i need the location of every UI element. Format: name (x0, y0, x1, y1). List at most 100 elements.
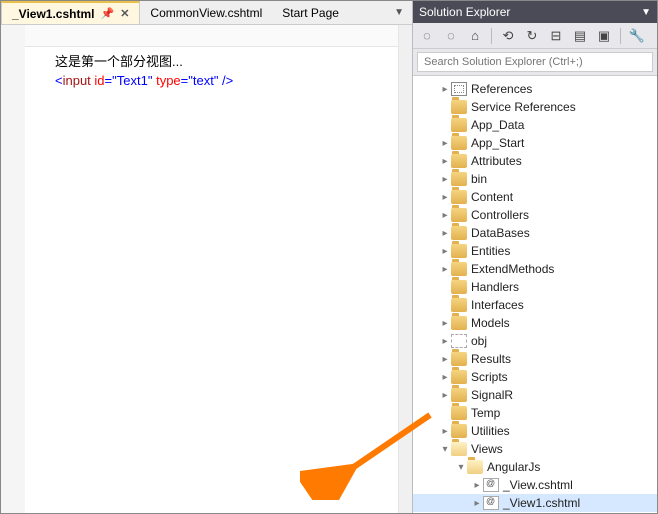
tree-item-label: AngularJs (487, 460, 540, 474)
search-input[interactable] (417, 52, 653, 72)
chevron-right-icon[interactable]: ▸ (439, 228, 451, 239)
code-editor[interactable]: ▣ 这是第一个部分视图... <input id="Text1" type="t… (1, 25, 412, 513)
tab-commonview[interactable]: CommonView.cshtml (140, 1, 272, 24)
chevron-right-icon[interactable]: ▸ (439, 426, 451, 437)
folder-icon (451, 298, 467, 312)
tab-startpage[interactable]: Start Page (272, 1, 349, 24)
tree-item-label: App_Data (471, 118, 524, 132)
tree-item-label: _View1.cshtml (503, 496, 580, 510)
tree-item[interactable]: ▸ DataBases (413, 224, 657, 242)
tree-item[interactable]: ▸ Controllers (413, 206, 657, 224)
folder-icon (451, 388, 467, 402)
tree-item[interactable]: ▾Views (413, 440, 657, 458)
close-icon[interactable]: ✕ (120, 7, 129, 20)
tree-item-label: Entities (471, 244, 510, 258)
solution-explorer-panel: Solution Explorer ▼ ◌ ◌ ⌂ ⟲ ↻ ⊟ ▤ ▣ 🔧 ▸R… (413, 1, 657, 513)
folder-icon (451, 118, 467, 132)
tree-item[interactable]: ▸Results (413, 350, 657, 368)
pin-icon[interactable]: 📌 (101, 7, 115, 20)
editor-scrollbar[interactable] (398, 25, 412, 513)
cshtml-file-icon (483, 496, 499, 510)
chevron-right-icon[interactable]: ▸ (471, 480, 483, 491)
tree-item-label: _View.cshtml (503, 478, 573, 492)
tab-overflow-button[interactable]: ▼ (386, 7, 412, 18)
properties-button[interactable]: ▤ (570, 26, 590, 46)
tree-item[interactable]: ▸Service References (413, 98, 657, 116)
chevron-right-icon[interactable]: ▸ (439, 138, 451, 149)
tree-item[interactable]: ▸ App_Start (413, 134, 657, 152)
tree-item[interactable]: ▸SignalR (413, 386, 657, 404)
tree-item-label: App_Start (471, 136, 524, 150)
tree-item-label: Content (471, 190, 513, 204)
refresh-button[interactable]: ↻ (522, 26, 542, 46)
tree-item[interactable]: ▸bin (413, 170, 657, 188)
chevron-right-icon[interactable]: ▸ (439, 264, 451, 275)
chevron-down-icon[interactable]: ▾ (439, 444, 451, 455)
chevron-down-icon[interactable]: ▾ (455, 462, 467, 473)
tree-item[interactable]: ▸ Scripts (413, 368, 657, 386)
chevron-right-icon[interactable]: ▸ (439, 246, 451, 257)
tree-item-label: Controllers (471, 208, 529, 222)
folder-icon (467, 460, 483, 474)
panel-menu-button[interactable]: ▼ (641, 7, 651, 18)
tree-item-label: ExtendMethods (471, 262, 554, 276)
chevron-right-icon[interactable]: ▸ (439, 318, 451, 329)
folder-icon (451, 262, 467, 276)
back-button[interactable]: ◌ (417, 26, 437, 46)
chevron-right-icon[interactable]: ▸ (439, 192, 451, 203)
folder-icon (451, 154, 467, 168)
tree-item[interactable]: ▸References (413, 80, 657, 98)
tree-item[interactable]: ▸Interfaces (413, 296, 657, 314)
tree-item-label: Temp (471, 406, 500, 420)
chevron-right-icon[interactable]: ▸ (439, 84, 451, 95)
tab-label: Start Page (282, 6, 339, 20)
editor-pane: _View1.cshtml 📌 ✕ CommonView.cshtml Star… (1, 1, 413, 513)
editor-margin (1, 25, 25, 513)
forward-button[interactable]: ◌ (441, 26, 461, 46)
solution-explorer-titlebar[interactable]: Solution Explorer ▼ (413, 1, 657, 23)
chevron-right-icon[interactable]: ▸ (439, 354, 451, 365)
tree-item[interactable]: ▾ AngularJs (413, 458, 657, 476)
tree-item[interactable]: ▸Handlers (413, 278, 657, 296)
chevron-right-icon[interactable]: ▸ (439, 336, 451, 347)
chevron-right-icon[interactable]: ▸ (439, 372, 451, 383)
tree-item[interactable]: ▸ Attributes (413, 152, 657, 170)
tree-item-label: Scripts (471, 370, 508, 384)
tab-view1[interactable]: _View1.cshtml 📌 ✕ (1, 1, 140, 24)
tree-item-label: Handlers (471, 280, 519, 294)
wrench-button[interactable]: 🔧 (627, 26, 647, 46)
collapse-all-button[interactable]: ⊟ (546, 26, 566, 46)
folder-icon (451, 352, 467, 366)
sync-button[interactable]: ⟲ (498, 26, 518, 46)
document-tab-bar: _View1.cshtml 📌 ✕ CommonView.cshtml Star… (1, 1, 412, 25)
folder-icon (451, 136, 467, 150)
chevron-right-icon[interactable]: ▸ (471, 498, 483, 509)
tree-item[interactable]: ▸ Content (413, 188, 657, 206)
chevron-right-icon[interactable]: ▸ (439, 390, 451, 401)
chevron-right-icon[interactable]: ▸ (439, 156, 451, 167)
editor-body[interactable]: 这是第一个部分视图... <input id="Text1" type="tex… (25, 25, 398, 513)
tree-item[interactable]: ▸ _View1.cshtml (413, 494, 657, 512)
tree-item[interactable]: ▸ Utilities (413, 422, 657, 440)
tree-item[interactable]: ▸Models (413, 314, 657, 332)
home-button[interactable]: ⌂ (465, 26, 485, 46)
tree-item-label: Service References (471, 100, 576, 114)
tree-item[interactable]: ▸App_Data (413, 116, 657, 134)
chevron-right-icon[interactable]: ▸ (439, 174, 451, 185)
tree-item[interactable]: ▸ Entities (413, 242, 657, 260)
folder-icon (451, 208, 467, 222)
tree-item[interactable]: ▸ _View.cshtml (413, 476, 657, 494)
show-all-button[interactable]: ▣ (594, 26, 614, 46)
tree-item[interactable]: ▸ ExtendMethods (413, 260, 657, 278)
tree-item[interactable]: ▸Temp (413, 404, 657, 422)
tree-item[interactable]: ▸obj (413, 332, 657, 350)
tree-item-label: Attributes (471, 154, 522, 168)
chevron-right-icon[interactable]: ▸ (439, 210, 451, 221)
toolbar-separator (620, 28, 621, 44)
code-text: 这是第一个部分视图... (55, 54, 183, 69)
solution-tree[interactable]: ▸References▸Service References▸App_Data▸… (413, 76, 657, 513)
tree-item-label: Utilities (471, 424, 510, 438)
folder-icon (451, 406, 467, 420)
tree-item-label: DataBases (471, 226, 530, 240)
code-line-input: <input id="Text1" type="text" /> (55, 72, 398, 91)
